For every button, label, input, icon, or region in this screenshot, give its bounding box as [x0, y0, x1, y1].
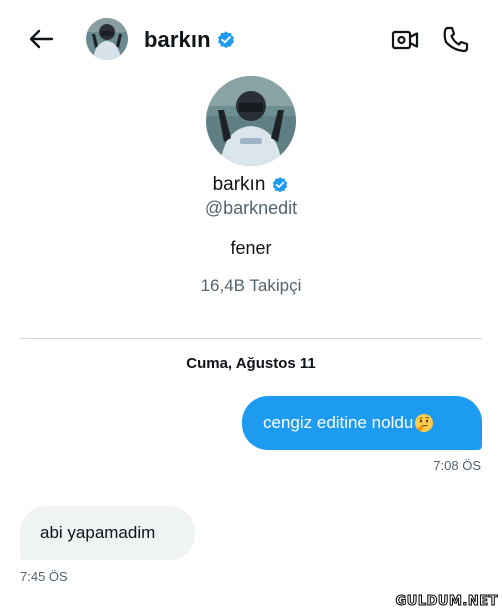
verified-badge-icon	[273, 177, 288, 193]
verified-badge-icon	[218, 31, 234, 49]
message-text: cengiz editine noldu	[263, 413, 414, 432]
profile-name[interactable]: barkın	[213, 174, 266, 196]
phone-icon	[443, 26, 469, 53]
profile-bio: fener	[230, 238, 272, 258]
thinking-face-icon	[415, 414, 434, 432]
date-separator: Cuma, Ağustos 11	[186, 355, 316, 372]
divider	[20, 338, 482, 339]
profile-handle[interactable]: @barknedit	[0, 198, 502, 219]
phone-call-button[interactable]	[441, 24, 471, 54]
sent-message-bubble[interactable]: cengiz editine noldu	[242, 396, 482, 450]
video-call-button[interactable]	[390, 25, 420, 55]
header-avatar[interactable]	[86, 18, 128, 60]
arrow-left-icon	[29, 29, 54, 49]
back-button[interactable]	[26, 24, 56, 54]
profile-name-row: barkın	[0, 174, 502, 196]
chat-header: barkın	[0, 0, 502, 80]
message-timestamp: 7:08 ÖS	[433, 458, 481, 473]
message-timestamp: 7:45 ÖS	[20, 569, 68, 584]
follower-count[interactable]: 16,4B Takipçi	[0, 276, 502, 296]
header-name[interactable]: barkın	[144, 27, 211, 53]
video-call-icon	[391, 30, 419, 50]
received-message-bubble[interactable]: abi yapamadim	[20, 506, 195, 560]
profile-avatar[interactable]	[206, 76, 296, 166]
watermark: GULDUM.NET	[395, 594, 498, 610]
message-text: abi yapamadim	[40, 523, 156, 542]
